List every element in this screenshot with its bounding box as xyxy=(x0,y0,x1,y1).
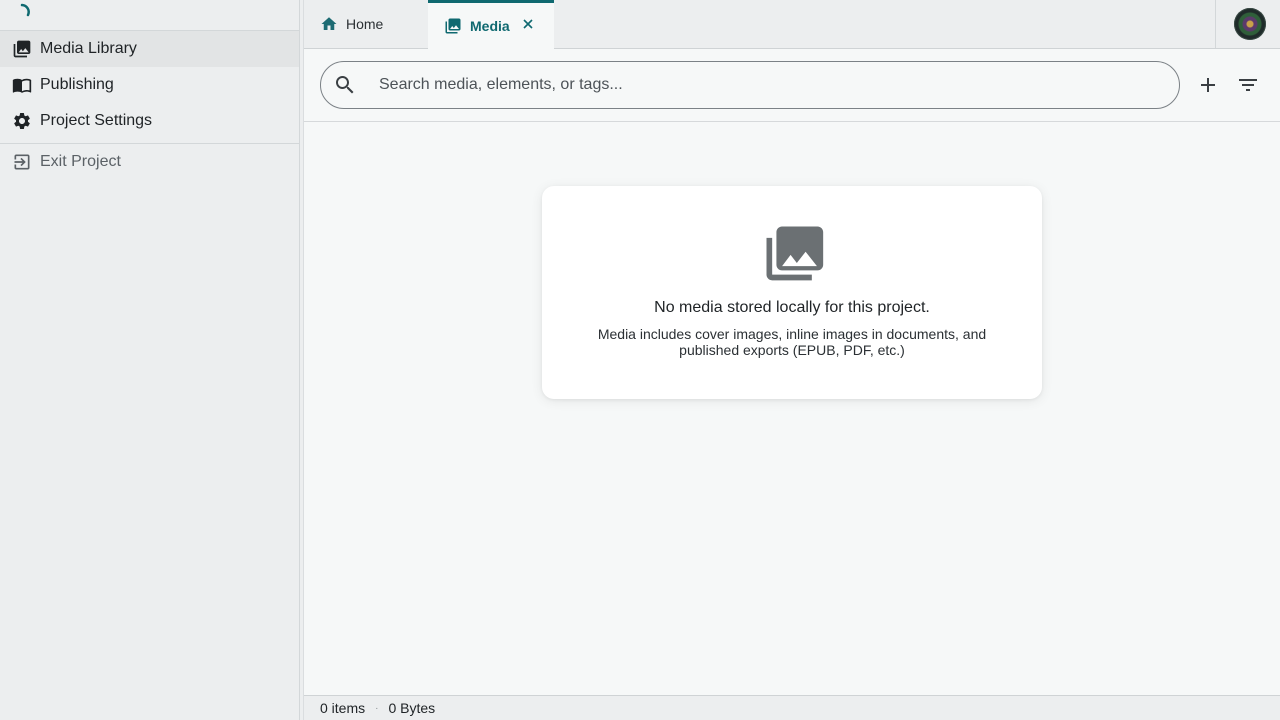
avatar[interactable] xyxy=(1234,8,1266,40)
loading-spinner-icon xyxy=(20,3,30,17)
filter-icon xyxy=(1239,79,1257,91)
sidebar-item-project-settings[interactable]: Project Settings xyxy=(0,103,299,139)
media-toolbar xyxy=(304,49,1280,122)
tab-home[interactable]: Home xyxy=(304,0,428,48)
sidebar-item-label: Project Settings xyxy=(40,112,153,129)
empty-state-title: No media stored locally for this project… xyxy=(654,299,930,316)
photo-library-icon xyxy=(444,17,462,35)
status-separator: · xyxy=(375,702,379,714)
search-box xyxy=(320,61,1180,109)
tab-media[interactable]: Media xyxy=(428,0,554,49)
tab-label: Home xyxy=(346,16,384,32)
filter-button[interactable] xyxy=(1236,73,1260,97)
photo-library-icon xyxy=(12,39,32,59)
book-icon xyxy=(12,75,32,95)
add-button[interactable] xyxy=(1196,73,1220,97)
empty-state-description: Media includes cover images, inline imag… xyxy=(597,326,987,358)
sidebar-item-exit-project[interactable]: Exit Project xyxy=(0,144,299,180)
tabbar-divider xyxy=(1215,0,1216,48)
sidebar: Media Library Publishing Project Setting… xyxy=(0,0,300,720)
status-bar: 0 items · 0 Bytes xyxy=(304,695,1280,720)
empty-state-card: No media stored locally for this project… xyxy=(542,186,1042,399)
home-icon xyxy=(320,15,338,33)
total-size: 0 Bytes xyxy=(388,700,436,716)
app-window: Media Library Publishing Project Setting… xyxy=(0,0,1280,720)
gear-icon xyxy=(12,111,32,131)
sidebar-item-media-library[interactable]: Media Library xyxy=(0,31,299,67)
tab-label: Media xyxy=(470,18,510,34)
item-count: 0 items xyxy=(320,700,366,716)
exit-icon xyxy=(12,152,32,172)
sidebar-item-label: Publishing xyxy=(40,76,114,93)
close-icon[interactable] xyxy=(520,16,536,32)
search-icon xyxy=(333,73,357,97)
sidebar-item-publishing[interactable]: Publishing xyxy=(0,67,299,103)
search-input[interactable] xyxy=(379,76,1179,94)
sidebar-item-label: Media Library xyxy=(40,40,137,57)
photo-library-icon xyxy=(758,222,826,282)
tab-bar: Home Media xyxy=(304,0,1280,49)
plus-icon xyxy=(1201,78,1215,92)
sidebar-item-label: Exit Project xyxy=(40,153,121,170)
